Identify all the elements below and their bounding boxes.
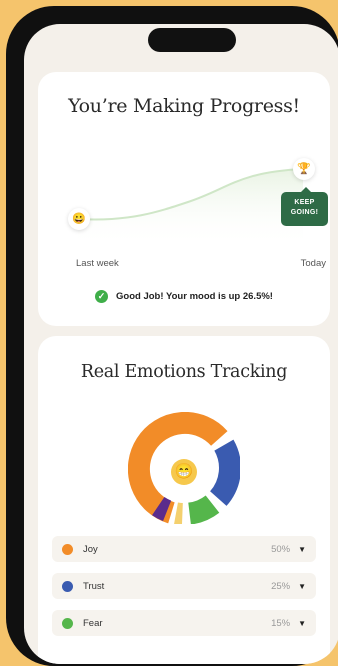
- legend-percent: 50%: [271, 543, 291, 555]
- chevron-down-icon[interactable]: ▼: [298, 545, 306, 554]
- legend-percent: 25%: [271, 580, 291, 592]
- trend-area: [78, 169, 303, 247]
- chevron-down-icon[interactable]: ▼: [298, 582, 306, 591]
- app-screen: You’re Making Progress! 😀 🏆 KEEP GOING! …: [24, 24, 338, 664]
- segment-blue: [209, 439, 240, 506]
- trust-color-dot: [62, 580, 73, 592]
- last-week-label: Last week: [76, 258, 119, 269]
- legend-item-joy[interactable]: Joy 50% ▼: [52, 536, 316, 562]
- grinning-emoji-icon: 😁: [171, 459, 197, 485]
- chevron-down-icon[interactable]: ▼: [298, 619, 306, 628]
- segment-purple: [152, 496, 172, 522]
- mood-trend-chart: [77, 168, 304, 247]
- legend-label: Fear: [83, 617, 103, 629]
- emotions-legend: Joy 50% ▼ Trust 25% ▼ Fear 15% ▼: [52, 536, 316, 647]
- badge-line1: KEEP: [294, 199, 315, 206]
- legend-percent: 15%: [271, 617, 291, 629]
- today-label: Today: [300, 258, 326, 269]
- badge-line2: GOING!: [290, 209, 319, 216]
- legend-label: Joy: [83, 543, 98, 555]
- legend-item-trust[interactable]: Trust 25% ▼: [52, 573, 316, 599]
- legend-item-fear[interactable]: Fear 15% ▼: [52, 610, 316, 636]
- joy-color-dot: [62, 543, 73, 555]
- emotions-title: Real Emotions Tracking: [80, 362, 288, 382]
- trophy-icon: 🏆: [293, 158, 315, 180]
- smiley-emoji-icon: 😀: [68, 208, 90, 230]
- emotions-card: Real Emotions Tracking 😁 Joy 50% ▼ Trust…: [38, 336, 330, 664]
- check-icon: ✓: [95, 290, 109, 303]
- phone-frame: You’re Making Progress! 😀 🏆 KEEP GOING! …: [6, 6, 338, 666]
- progress-card: You’re Making Progress! 😀 🏆 KEEP GOING! …: [38, 72, 330, 326]
- legend-label: Trust: [83, 580, 105, 592]
- fear-color-dot: [62, 617, 73, 629]
- mood-status: ✓ Good Job! Your mood is up 26.5%!: [38, 290, 330, 303]
- segment-yellow: [174, 502, 184, 524]
- keep-going-badge: KEEP GOING!: [281, 187, 328, 226]
- segment-green: [187, 495, 220, 524]
- mood-status-text: Good Job! Your mood is up 26.5%!: [116, 291, 273, 302]
- phone-notch: [148, 28, 236, 52]
